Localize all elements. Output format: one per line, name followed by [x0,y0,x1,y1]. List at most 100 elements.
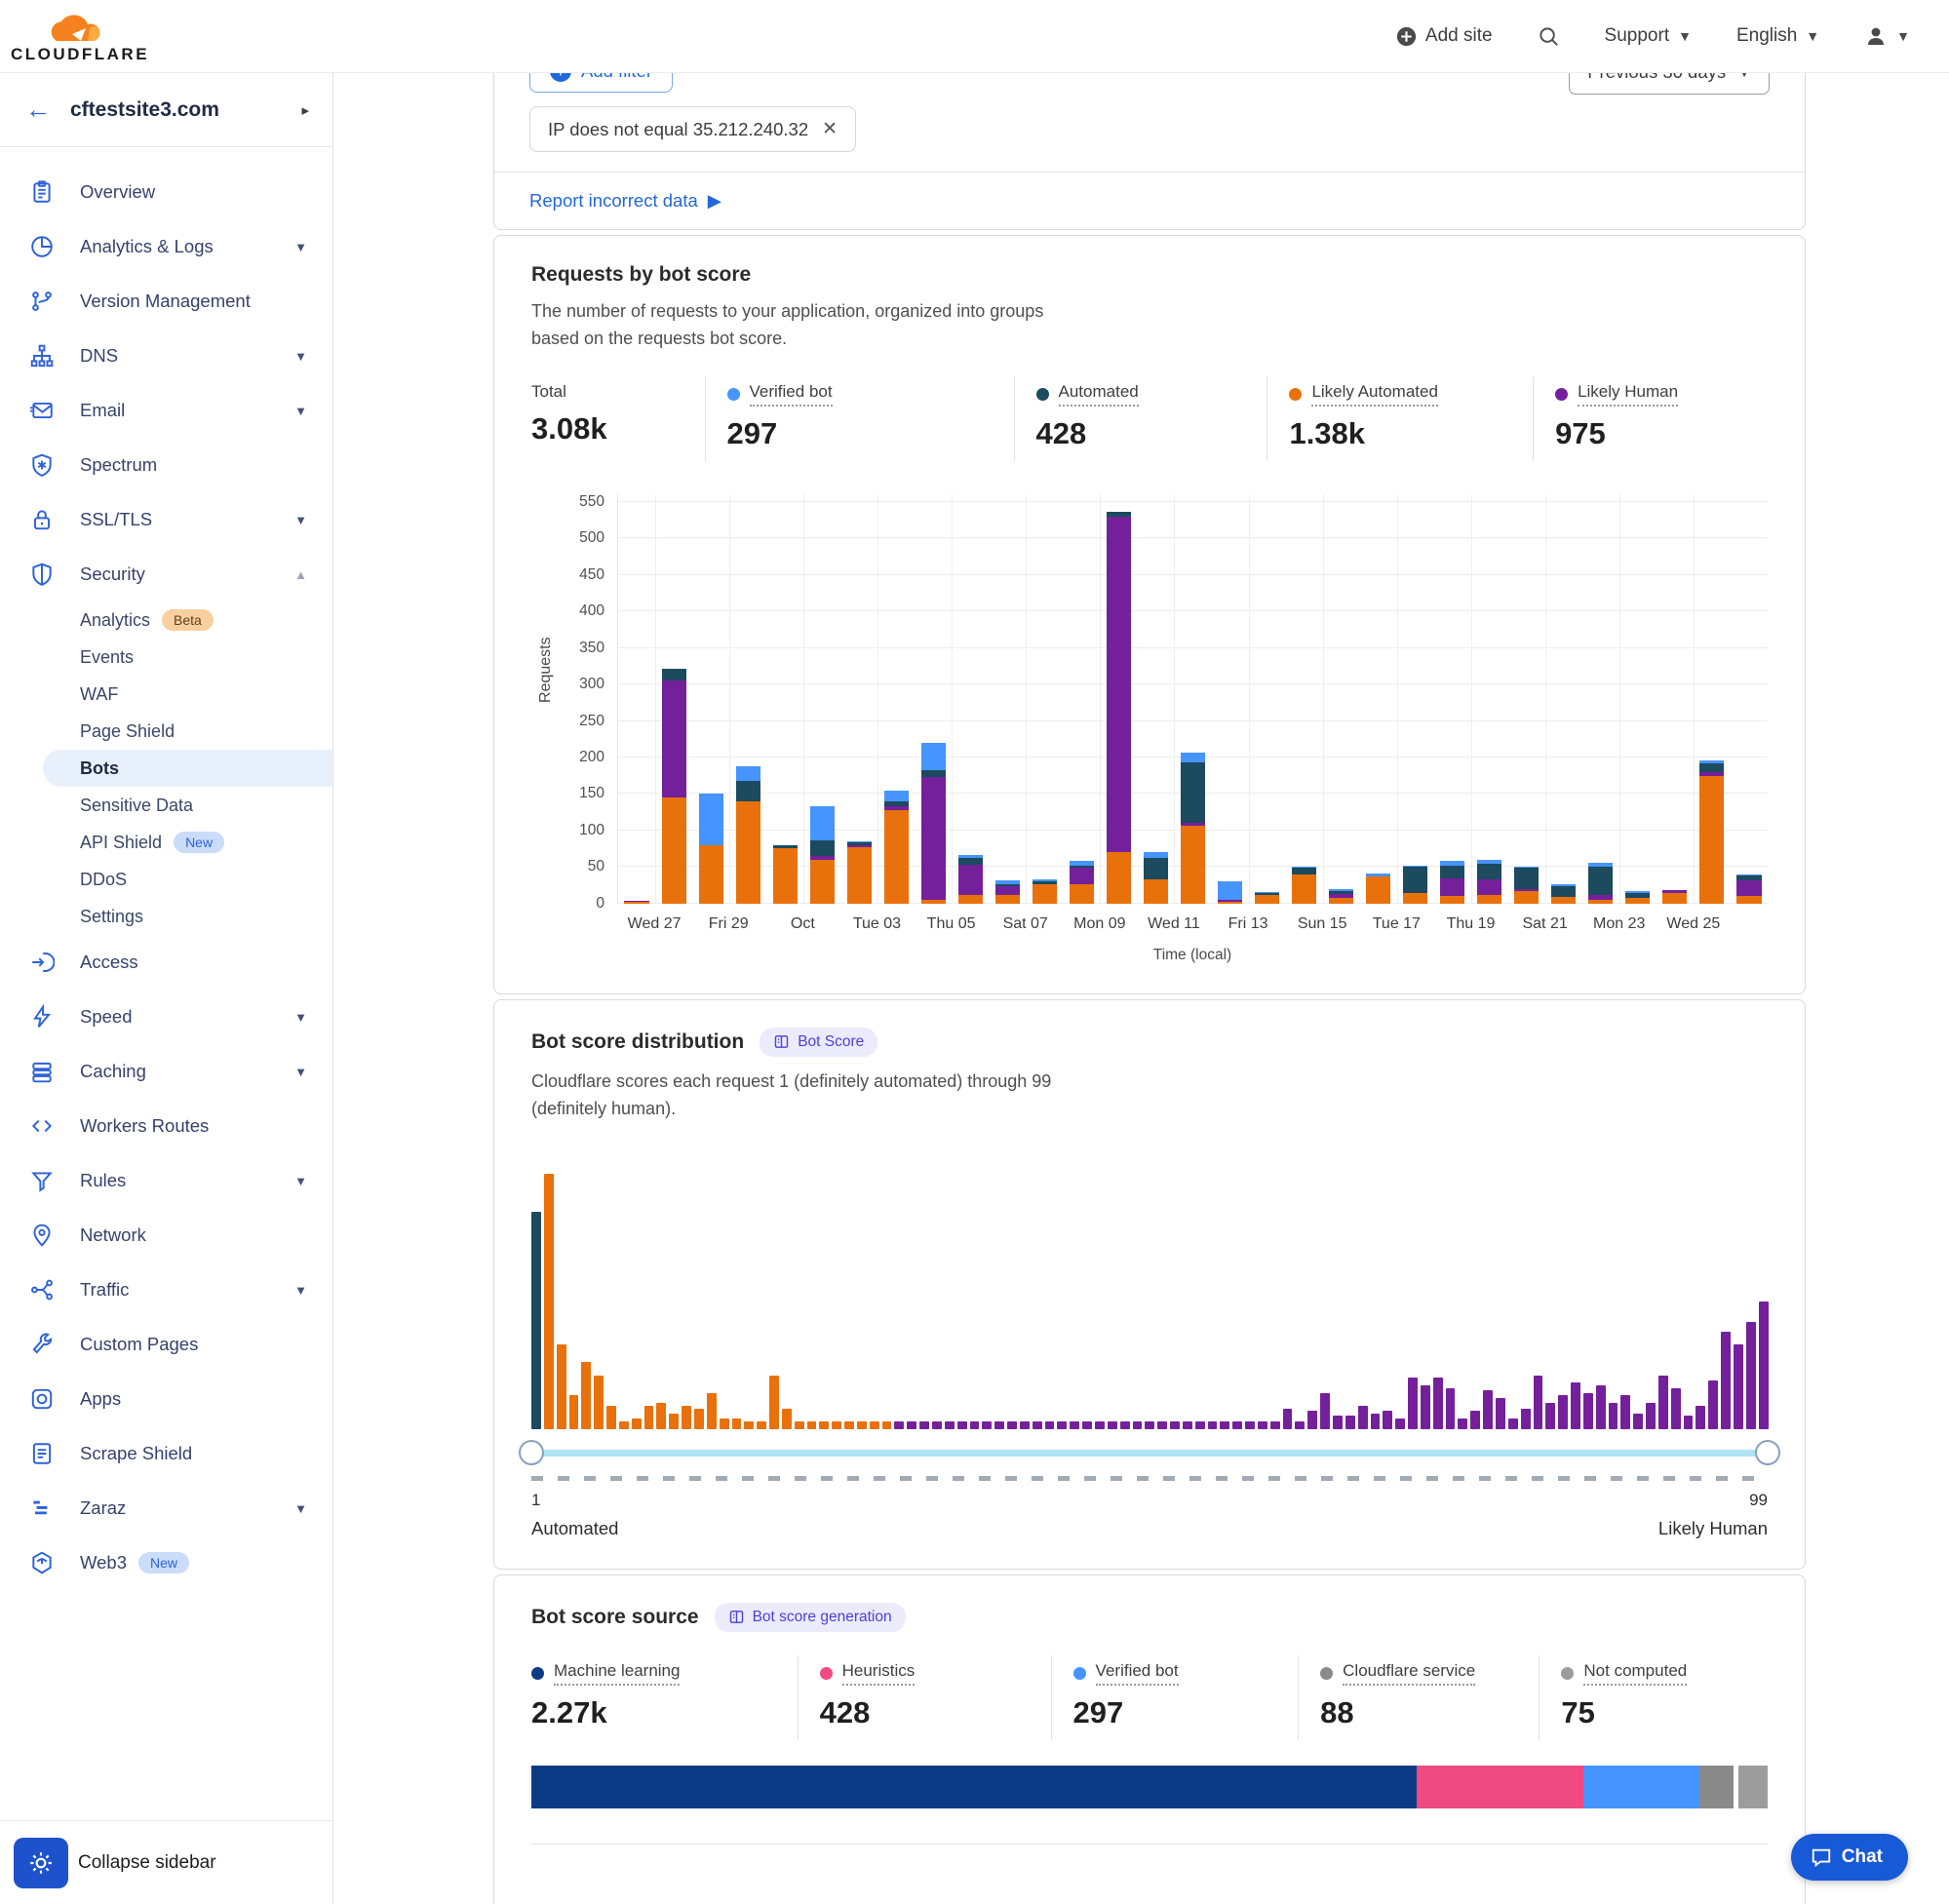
language-menu[interactable]: English ▼ [1736,25,1819,47]
collapse-sidebar-label[interactable]: Collapse sidebar [78,1852,216,1874]
bar-slot [1619,494,1657,904]
histogram-bar [1583,1393,1593,1429]
bot-score-doc-badge[interactable]: Bot Score [760,1028,877,1057]
bar-slot [1731,494,1768,904]
histogram-bar [557,1344,566,1429]
code-icon [29,1113,55,1139]
bar-segment-likely-automated [1255,895,1279,904]
sidebar-item-network[interactable]: Network [0,1208,332,1263]
sidebar-item-custom-pages[interactable]: Custom Pages [0,1317,332,1372]
bar-slot [1582,494,1619,904]
bot-score-generation-doc-badge[interactable]: Bot score generation [715,1603,906,1632]
sidebar-subitem-api-shield[interactable]: API ShieldNew [0,824,332,861]
sidebar-item-workers-routes[interactable]: Workers Routes [0,1099,332,1153]
slider-track[interactable] [531,1450,1768,1457]
stat-label-text: Verified bot [1096,1661,1179,1686]
histogram-bar [1183,1421,1192,1429]
slider-handle-max[interactable] [1755,1440,1780,1465]
cloudflare-logo[interactable]: CLOUDFLARE [21,9,138,64]
chat-button[interactable]: Chat [1791,1834,1908,1881]
histogram-bar [1333,1416,1343,1428]
stat-label-text: Not computed [1583,1661,1687,1686]
sidebar-item-analytics-logs[interactable]: Analytics & Logs▼ [0,219,332,274]
sidebar-item-label: Custom Pages [80,1334,307,1355]
x-axis-label: Mon 09 [1073,915,1125,933]
sidebar-subitem-bots[interactable]: Bots [43,750,332,787]
stat-likely-automated: Likely Automated 1.38k [1267,376,1533,461]
histogram-bar [1558,1395,1568,1428]
panel-title: Requests by bot score [531,263,751,287]
sidebar-subitem-events[interactable]: Events [0,639,332,676]
sidebar-item-scrape-shield[interactable]: Scrape Shield [0,1426,332,1481]
sidebar-item-web3[interactable]: Web3New [0,1535,332,1590]
sidebar-item-zaraz[interactable]: Zaraz▼ [0,1481,332,1535]
bar-segment-likely-automated [1514,891,1539,904]
sidebar-subitem-analytics[interactable]: AnalyticsBeta [0,602,332,639]
y-axis-tick: 100 [562,822,604,839]
bar-segment-likely-automated [1477,895,1501,904]
histogram-bar [1496,1398,1505,1428]
site-switcher-caret-icon[interactable]: ▸ [301,101,309,119]
share-icon [29,1277,55,1302]
sidebar-item-security[interactable]: Security▲ [0,547,332,602]
stat-label[interactable]: Verified bot [1073,1661,1179,1686]
search-button[interactable] [1538,25,1560,48]
bar-segment-likely-automated [810,860,835,904]
sidebar-item-rules[interactable]: Rules▼ [0,1153,332,1208]
bar-slot [1694,494,1731,904]
sidebar-item-ssl-tls[interactable]: SSL/TLS▼ [0,492,332,547]
histogram-bar [819,1421,829,1429]
stat-label-text: Heuristics [842,1661,916,1686]
histogram-bar [544,1174,554,1429]
bar-segment-likely-human [995,886,1020,895]
stat-label[interactable]: Heuristics [820,1661,916,1686]
sidebar-item-speed[interactable]: Speed▼ [0,990,332,1044]
sidebar-item-overview[interactable]: Overview [0,165,332,219]
gear-button[interactable] [14,1838,68,1888]
stat-label[interactable]: Likely Human [1555,382,1678,407]
sidebar-item-spectrum[interactable]: Spectrum [0,438,332,492]
sidebar-item-dns[interactable]: DNS▼ [0,329,332,383]
bar-slot [1657,494,1694,904]
sidebar-item-email[interactable]: Email▼ [0,383,332,438]
sidebar-subitem-page-shield[interactable]: Page Shield [0,713,332,750]
stat-label[interactable]: Likely Automated [1289,382,1437,407]
histogram-bar [1458,1418,1467,1429]
pin-icon [29,1223,55,1248]
filter-chip[interactable]: IP does not equal 35.212.240.32 ✕ [529,106,856,152]
add-site-button[interactable]: Add site [1396,25,1493,47]
sidebar-subitem-sensitive-data[interactable]: Sensitive Data [0,787,332,824]
bar-slot [915,494,952,904]
account-menu[interactable]: ▼ [1864,24,1910,48]
stat-label[interactable]: Cloudflare service [1320,1661,1475,1686]
support-menu[interactable]: Support ▼ [1605,25,1692,47]
sidebar-subitem-ddos[interactable]: DDoS [0,861,332,898]
stat-label[interactable]: Automated [1036,382,1139,407]
stat-value: 1.38k [1289,416,1533,451]
sidebar-item-traffic[interactable]: Traffic▼ [0,1263,332,1317]
bar-segment-automated [1551,886,1576,897]
gear-icon [28,1850,54,1876]
sidebar-subitem-settings[interactable]: Settings [0,898,332,935]
sidebar-item-caching[interactable]: Caching▼ [0,1044,332,1099]
sidebar-item-access[interactable]: Access [0,935,332,990]
sidebar-item-version-management[interactable]: Version Management [0,274,332,329]
sidebar-item-apps[interactable]: Apps [0,1372,332,1426]
stat-label[interactable]: Machine learning [531,1661,680,1686]
bar-segment-likely-human [1107,517,1131,853]
sidebar-subitem-label: API Shield [80,833,162,853]
histogram-bar [581,1362,591,1428]
remove-filter-icon[interactable]: ✕ [822,118,838,140]
stat-label[interactable]: Not computed [1561,1661,1687,1686]
report-incorrect-data-link[interactable]: Report incorrect data ▶ [529,190,721,212]
histogram-bar [870,1421,879,1429]
histogram-bar [1646,1403,1656,1428]
stacked-bar [810,806,835,904]
slider-handle-min[interactable] [519,1440,544,1465]
back-arrow-icon[interactable]: ← [25,95,51,125]
sidebar: ← cftestsite3.com ▸ OverviewAnalytics & … [0,73,333,1904]
histogram-bar [894,1421,904,1429]
stat-label[interactable]: Verified bot [727,382,833,407]
y-axis-title: Requests [537,637,555,703]
sidebar-subitem-waf[interactable]: WAF [0,676,332,713]
